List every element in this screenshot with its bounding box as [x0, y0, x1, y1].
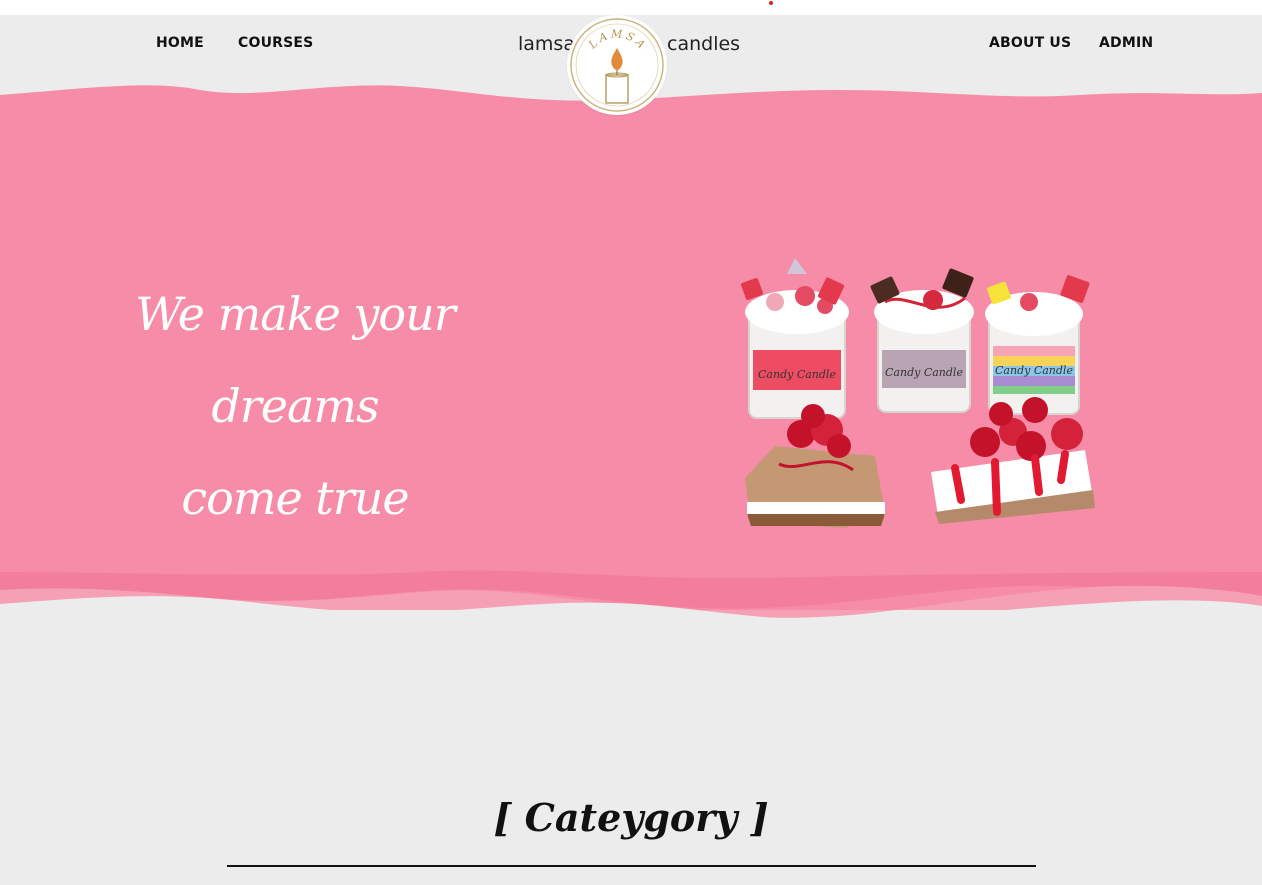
- page: HOME COURSES ABOUT US ADMIN lamsa candle…: [0, 0, 1262, 885]
- svg-text:Candy Candle: Candy Candle: [758, 368, 836, 381]
- candle-desserts-image: Candy Candle Candy Candle Candy Candle: [741, 258, 1095, 528]
- hero-tagline: We make your dreams come true: [110, 268, 480, 544]
- svg-text:Candy Candle: Candy Candle: [885, 366, 963, 379]
- logo-lettering: LAMSA: [585, 28, 649, 54]
- logo[interactable]: LAMSA: [567, 15, 667, 115]
- tagline-line-2: come true: [181, 471, 409, 525]
- tagline-line-1: We make your dreams: [135, 287, 455, 433]
- waffle-candle: [745, 404, 885, 528]
- jar-candle-1: Candy Candle: [741, 258, 849, 419]
- svg-text:Candy Candle: Candy Candle: [995, 364, 1073, 377]
- cheesecake-candle: [931, 397, 1095, 524]
- jar-candle-2: Candy Candle: [870, 268, 974, 413]
- jar-candle-3: Candy Candle: [985, 275, 1090, 415]
- svg-text:LAMSA: LAMSA: [585, 28, 649, 54]
